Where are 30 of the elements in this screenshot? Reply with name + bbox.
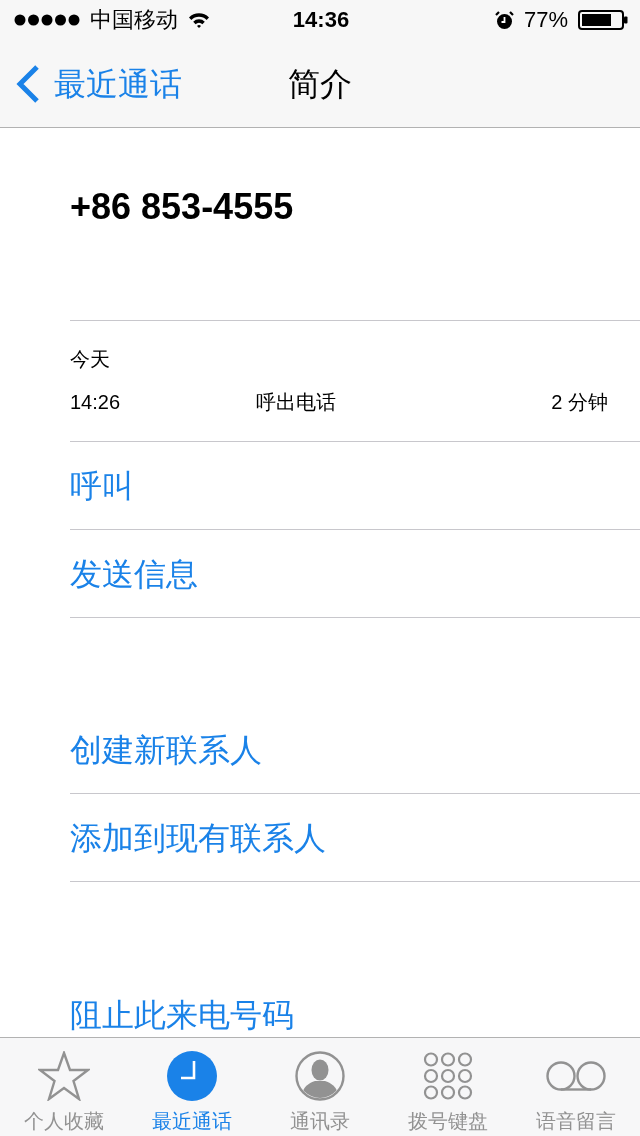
action-link[interactable]: 发送信息 xyxy=(70,554,198,593)
phone-number: +86 853-4555 xyxy=(70,186,294,227)
battery-percentage: 77% xyxy=(523,7,568,33)
action-link[interactable]: 阻止此来电号码 xyxy=(70,995,294,1034)
carrier-name: 中国移动 xyxy=(90,7,178,33)
tab-button[interactable]: 通讯录 xyxy=(256,1038,384,1136)
back-button[interactable]: 最近通话 xyxy=(16,64,182,103)
voicemail-icon xyxy=(545,1061,607,1091)
call-type: 呼出电话 xyxy=(256,390,336,414)
tab-button[interactable]: 最近通话 xyxy=(128,1038,256,1136)
star-icon xyxy=(38,1051,90,1101)
action-link[interactable]: 创建新联系人 xyxy=(70,730,262,769)
call-date: 今天 xyxy=(70,347,111,371)
nav-title: 简介 xyxy=(288,64,352,103)
call-time: 14:26 xyxy=(70,390,121,414)
keypad-icon xyxy=(423,1052,473,1100)
action-link[interactable]: 添加到现有联系人 xyxy=(70,818,326,857)
alarm-clock-icon xyxy=(494,10,514,30)
person-silhouette-icon xyxy=(295,1051,345,1101)
status-time: 14:36 xyxy=(292,7,350,33)
battery-icon xyxy=(578,10,628,30)
tab-button[interactable]: 语音留言 xyxy=(512,1038,640,1136)
tab-button[interactable]: 拨号键盘 xyxy=(384,1038,512,1136)
signal-icon xyxy=(14,14,80,26)
chevron-left-icon xyxy=(16,64,40,103)
clock-icon xyxy=(167,1051,217,1101)
tab-button[interactable]: 个人收藏 xyxy=(0,1038,128,1136)
call-duration: 2 分钟 xyxy=(551,390,608,414)
wifi-icon xyxy=(188,12,210,28)
action-link[interactable]: 呼叫 xyxy=(70,466,134,505)
